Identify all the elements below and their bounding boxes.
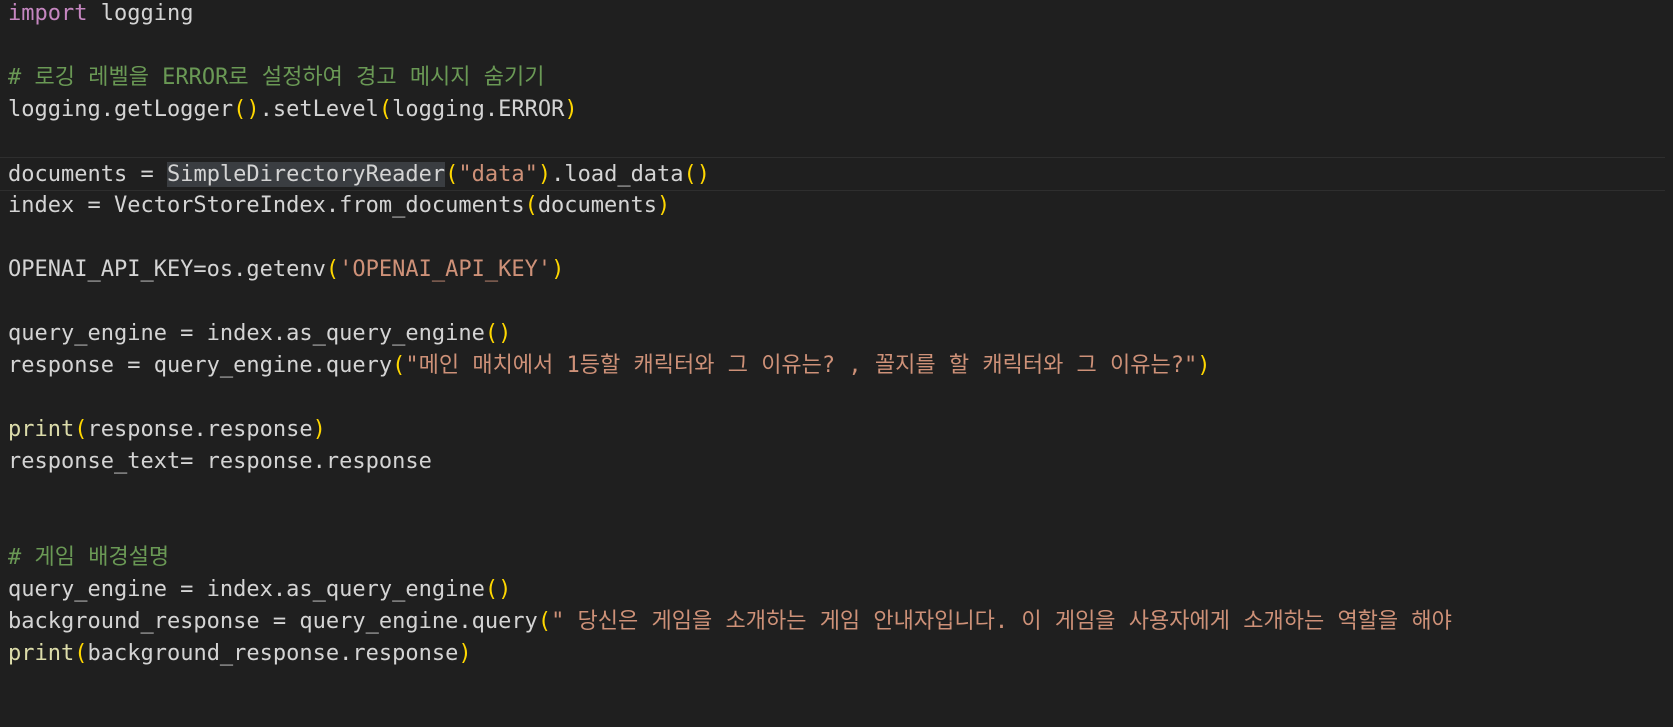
code-token: ( (537, 609, 552, 634)
code-token: response_text= response.response (8, 449, 432, 474)
code-token: " 당신은 게임을 소개하는 게임 안내자입니다. 이 게임을 사용자에게 소개… (551, 609, 1452, 634)
code-line-20[interactable]: background_response = query_engine.query… (0, 605, 1673, 639)
code-line-2[interactable] (0, 29, 1673, 63)
code-token: ( (392, 353, 406, 378)
code-token: print (8, 417, 75, 442)
code-token: 'OPENAI_API_KEY' (339, 257, 552, 282)
code-token: ) (458, 641, 472, 666)
code-line-8[interactable] (0, 221, 1673, 255)
code-token: index = VectorStoreIndex.from_documents (8, 193, 525, 218)
code-token: ( (325, 257, 340, 282)
code-token: logging.getLogger (8, 97, 234, 122)
code-line-18[interactable]: # 게임 배경설명 (0, 541, 1673, 575)
code-token: query_engine = index.as_query_engine (8, 321, 485, 346)
code-line-11[interactable]: query_engine = index.as_query_engine() (0, 317, 1673, 351)
code-token: response.response (87, 417, 313, 442)
code-token: () (233, 97, 260, 122)
code-line-13[interactable] (0, 381, 1673, 415)
code-token: ( (74, 417, 88, 442)
code-token: () (484, 577, 512, 602)
code-line-21[interactable]: print(background_response.response) (0, 637, 1673, 671)
code-token: # 게임 배경설명 (8, 545, 170, 570)
code-token: print (8, 641, 75, 666)
code-token: # 로깅 레벨을 ERROR로 설정하여 경고 메시지 숨기기 (8, 65, 545, 90)
code-token: .load_data (551, 162, 684, 187)
code-token: ) (312, 417, 326, 442)
code-line-9[interactable]: OPENAI_API_KEY=os.getenv('OPENAI_API_KEY… (0, 253, 1673, 287)
code-token: () (683, 162, 711, 187)
code-token: logging.ERROR (392, 97, 565, 122)
code-editor[interactable]: import logging # 로깅 레벨을 ERROR로 설정하여 경고 메시… (0, 0, 1673, 727)
code-line-14[interactable]: print(response.response) (0, 413, 1673, 447)
code-token: ) (551, 257, 565, 282)
code-token: documents (537, 193, 658, 218)
code-line-12[interactable]: response = query_engine.query("메인 매치에서 1… (0, 349, 1673, 383)
code-line-6[interactable]: documents = SimpleDirectoryReader("data"… (0, 157, 1665, 191)
code-token: "data" (458, 162, 538, 187)
code-token: response = query_engine.query (8, 353, 393, 378)
code-line-5[interactable] (0, 125, 1673, 159)
code-line-17[interactable] (0, 509, 1673, 543)
code-token: SimpleDirectoryReader (166, 162, 446, 187)
code-token: () (484, 321, 512, 346)
code-line-3[interactable]: # 로깅 레벨을 ERROR로 설정하여 경고 메시지 숨기기 (0, 61, 1673, 95)
code-token: ( (524, 193, 538, 218)
code-line-15[interactable]: response_text= response.response (0, 445, 1673, 479)
code-line-1[interactable]: import logging (0, 0, 1673, 31)
code-token: .setLevel (259, 97, 379, 122)
code-token: background_response.response (87, 641, 459, 666)
code-token: ) (1197, 353, 1211, 378)
code-token: ( (378, 97, 393, 122)
code-token: import (8, 1, 88, 26)
code-token: query_engine = index.as_query_engine (8, 577, 485, 602)
code-line-7[interactable]: index = VectorStoreIndex.from_documents(… (0, 189, 1673, 223)
code-token: documents = (8, 162, 167, 187)
code-token: ( (74, 641, 88, 666)
code-token: ( (445, 162, 459, 187)
code-token: ) (657, 193, 671, 218)
code-line-16[interactable] (0, 477, 1673, 511)
code-token: "메인 매치에서 1등할 캐릭터와 그 이유는? , 꼴지를 할 캐릭터와 그 … (405, 353, 1198, 378)
code-token: ) (564, 97, 578, 122)
code-token: ) (537, 162, 552, 187)
code-token: background_response = query_engine.query (8, 609, 538, 634)
code-line-19[interactable]: query_engine = index.as_query_engine() (0, 573, 1673, 607)
code-line-10[interactable] (0, 285, 1673, 319)
code-token: logging (87, 1, 194, 26)
code-line-4[interactable]: logging.getLogger().setLevel(logging.ERR… (0, 93, 1673, 127)
code-token: OPENAI_API_KEY=os.getenv (8, 257, 326, 282)
